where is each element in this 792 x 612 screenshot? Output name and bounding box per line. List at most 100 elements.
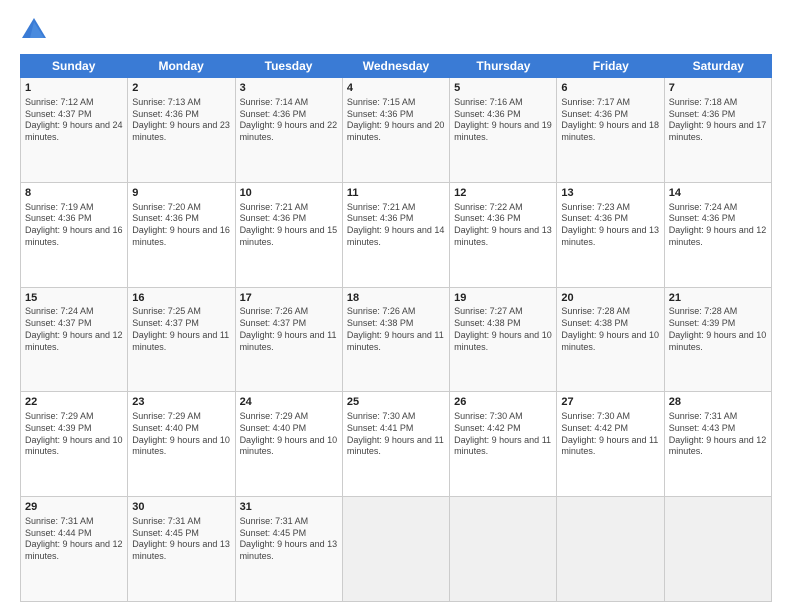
table-row: 30Sunrise: 7:31 AMSunset: 4:45 PMDayligh… — [128, 497, 235, 602]
day-number: 29 — [25, 500, 123, 515]
table-row: 4Sunrise: 7:15 AMSunset: 4:36 PMDaylight… — [343, 78, 450, 183]
table-row: 11Sunrise: 7:21 AMSunset: 4:36 PMDayligh… — [343, 183, 450, 288]
table-row: 8Sunrise: 7:19 AMSunset: 4:36 PMDaylight… — [21, 183, 128, 288]
table-row: 7Sunrise: 7:18 AMSunset: 4:36 PMDaylight… — [665, 78, 772, 183]
table-row: 24Sunrise: 7:29 AMSunset: 4:40 PMDayligh… — [236, 392, 343, 497]
table-row: 9Sunrise: 7:20 AMSunset: 4:36 PMDaylight… — [128, 183, 235, 288]
week-row-4: 22Sunrise: 7:29 AMSunset: 4:39 PMDayligh… — [20, 392, 772, 497]
table-row: 17Sunrise: 7:26 AMSunset: 4:37 PMDayligh… — [236, 288, 343, 393]
cell-details: Sunrise: 7:29 AMSunset: 4:40 PMDaylight:… — [132, 411, 230, 458]
header-day-thursday: Thursday — [450, 54, 557, 78]
day-number: 6 — [561, 81, 659, 96]
table-row: 10Sunrise: 7:21 AMSunset: 4:36 PMDayligh… — [236, 183, 343, 288]
cell-details: Sunrise: 7:21 AMSunset: 4:36 PMDaylight:… — [240, 202, 338, 249]
table-row — [557, 497, 664, 602]
day-number: 24 — [240, 395, 338, 410]
week-row-2: 8Sunrise: 7:19 AMSunset: 4:36 PMDaylight… — [20, 183, 772, 288]
cell-details: Sunrise: 7:15 AMSunset: 4:36 PMDaylight:… — [347, 97, 445, 144]
cell-details: Sunrise: 7:19 AMSunset: 4:36 PMDaylight:… — [25, 202, 123, 249]
day-number: 30 — [132, 500, 230, 515]
day-number: 4 — [347, 81, 445, 96]
table-row: 29Sunrise: 7:31 AMSunset: 4:44 PMDayligh… — [21, 497, 128, 602]
cell-details: Sunrise: 7:31 AMSunset: 4:45 PMDaylight:… — [132, 516, 230, 563]
week-row-1: 1Sunrise: 7:12 AMSunset: 4:37 PMDaylight… — [20, 78, 772, 183]
day-number: 2 — [132, 81, 230, 96]
cell-details: Sunrise: 7:24 AMSunset: 4:37 PMDaylight:… — [25, 306, 123, 353]
table-row — [343, 497, 450, 602]
header — [20, 16, 772, 44]
table-row: 28Sunrise: 7:31 AMSunset: 4:43 PMDayligh… — [665, 392, 772, 497]
cell-details: Sunrise: 7:30 AMSunset: 4:41 PMDaylight:… — [347, 411, 445, 458]
cell-details: Sunrise: 7:16 AMSunset: 4:36 PMDaylight:… — [454, 97, 552, 144]
cell-details: Sunrise: 7:23 AMSunset: 4:36 PMDaylight:… — [561, 202, 659, 249]
calendar-body: 1Sunrise: 7:12 AMSunset: 4:37 PMDaylight… — [20, 78, 772, 602]
table-row: 31Sunrise: 7:31 AMSunset: 4:45 PMDayligh… — [236, 497, 343, 602]
day-number: 22 — [25, 395, 123, 410]
day-number: 28 — [669, 395, 767, 410]
table-row: 16Sunrise: 7:25 AMSunset: 4:37 PMDayligh… — [128, 288, 235, 393]
table-row: 20Sunrise: 7:28 AMSunset: 4:38 PMDayligh… — [557, 288, 664, 393]
week-row-5: 29Sunrise: 7:31 AMSunset: 4:44 PMDayligh… — [20, 497, 772, 602]
header-day-friday: Friday — [557, 54, 664, 78]
table-row — [450, 497, 557, 602]
table-row: 5Sunrise: 7:16 AMSunset: 4:36 PMDaylight… — [450, 78, 557, 183]
day-number: 27 — [561, 395, 659, 410]
table-row — [665, 497, 772, 602]
day-number: 11 — [347, 186, 445, 201]
day-number: 14 — [669, 186, 767, 201]
cell-details: Sunrise: 7:21 AMSunset: 4:36 PMDaylight:… — [347, 202, 445, 249]
cell-details: Sunrise: 7:30 AMSunset: 4:42 PMDaylight:… — [561, 411, 659, 458]
day-number: 5 — [454, 81, 552, 96]
table-row: 3Sunrise: 7:14 AMSunset: 4:36 PMDaylight… — [236, 78, 343, 183]
cell-details: Sunrise: 7:26 AMSunset: 4:38 PMDaylight:… — [347, 306, 445, 353]
table-row: 23Sunrise: 7:29 AMSunset: 4:40 PMDayligh… — [128, 392, 235, 497]
table-row: 22Sunrise: 7:29 AMSunset: 4:39 PMDayligh… — [21, 392, 128, 497]
day-number: 18 — [347, 291, 445, 306]
table-row: 14Sunrise: 7:24 AMSunset: 4:36 PMDayligh… — [665, 183, 772, 288]
week-row-3: 15Sunrise: 7:24 AMSunset: 4:37 PMDayligh… — [20, 288, 772, 393]
day-number: 20 — [561, 291, 659, 306]
day-number: 26 — [454, 395, 552, 410]
cell-details: Sunrise: 7:24 AMSunset: 4:36 PMDaylight:… — [669, 202, 767, 249]
cell-details: Sunrise: 7:31 AMSunset: 4:45 PMDaylight:… — [240, 516, 338, 563]
table-row: 2Sunrise: 7:13 AMSunset: 4:36 PMDaylight… — [128, 78, 235, 183]
page: SundayMondayTuesdayWednesdayThursdayFrid… — [0, 0, 792, 612]
cell-details: Sunrise: 7:18 AMSunset: 4:36 PMDaylight:… — [669, 97, 767, 144]
header-day-sunday: Sunday — [20, 54, 127, 78]
header-day-tuesday: Tuesday — [235, 54, 342, 78]
cell-details: Sunrise: 7:20 AMSunset: 4:36 PMDaylight:… — [132, 202, 230, 249]
table-row: 18Sunrise: 7:26 AMSunset: 4:38 PMDayligh… — [343, 288, 450, 393]
table-row: 13Sunrise: 7:23 AMSunset: 4:36 PMDayligh… — [557, 183, 664, 288]
cell-details: Sunrise: 7:12 AMSunset: 4:37 PMDaylight:… — [25, 97, 123, 144]
cell-details: Sunrise: 7:14 AMSunset: 4:36 PMDaylight:… — [240, 97, 338, 144]
cell-details: Sunrise: 7:30 AMSunset: 4:42 PMDaylight:… — [454, 411, 552, 458]
day-number: 7 — [669, 81, 767, 96]
table-row: 21Sunrise: 7:28 AMSunset: 4:39 PMDayligh… — [665, 288, 772, 393]
header-day-monday: Monday — [127, 54, 234, 78]
cell-details: Sunrise: 7:22 AMSunset: 4:36 PMDaylight:… — [454, 202, 552, 249]
day-number: 17 — [240, 291, 338, 306]
logo — [20, 16, 52, 44]
day-number: 19 — [454, 291, 552, 306]
calendar: SundayMondayTuesdayWednesdayThursdayFrid… — [20, 54, 772, 602]
table-row: 26Sunrise: 7:30 AMSunset: 4:42 PMDayligh… — [450, 392, 557, 497]
day-number: 25 — [347, 395, 445, 410]
day-number: 15 — [25, 291, 123, 306]
cell-details: Sunrise: 7:27 AMSunset: 4:38 PMDaylight:… — [454, 306, 552, 353]
cell-details: Sunrise: 7:17 AMSunset: 4:36 PMDaylight:… — [561, 97, 659, 144]
table-row: 15Sunrise: 7:24 AMSunset: 4:37 PMDayligh… — [21, 288, 128, 393]
day-number: 31 — [240, 500, 338, 515]
day-number: 8 — [25, 186, 123, 201]
header-day-saturday: Saturday — [665, 54, 772, 78]
cell-details: Sunrise: 7:29 AMSunset: 4:39 PMDaylight:… — [25, 411, 123, 458]
cell-details: Sunrise: 7:26 AMSunset: 4:37 PMDaylight:… — [240, 306, 338, 353]
day-number: 1 — [25, 81, 123, 96]
logo-icon — [20, 16, 48, 44]
table-row: 27Sunrise: 7:30 AMSunset: 4:42 PMDayligh… — [557, 392, 664, 497]
cell-details: Sunrise: 7:31 AMSunset: 4:43 PMDaylight:… — [669, 411, 767, 458]
table-row: 25Sunrise: 7:30 AMSunset: 4:41 PMDayligh… — [343, 392, 450, 497]
header-day-wednesday: Wednesday — [342, 54, 449, 78]
cell-details: Sunrise: 7:29 AMSunset: 4:40 PMDaylight:… — [240, 411, 338, 458]
cell-details: Sunrise: 7:25 AMSunset: 4:37 PMDaylight:… — [132, 306, 230, 353]
day-number: 3 — [240, 81, 338, 96]
